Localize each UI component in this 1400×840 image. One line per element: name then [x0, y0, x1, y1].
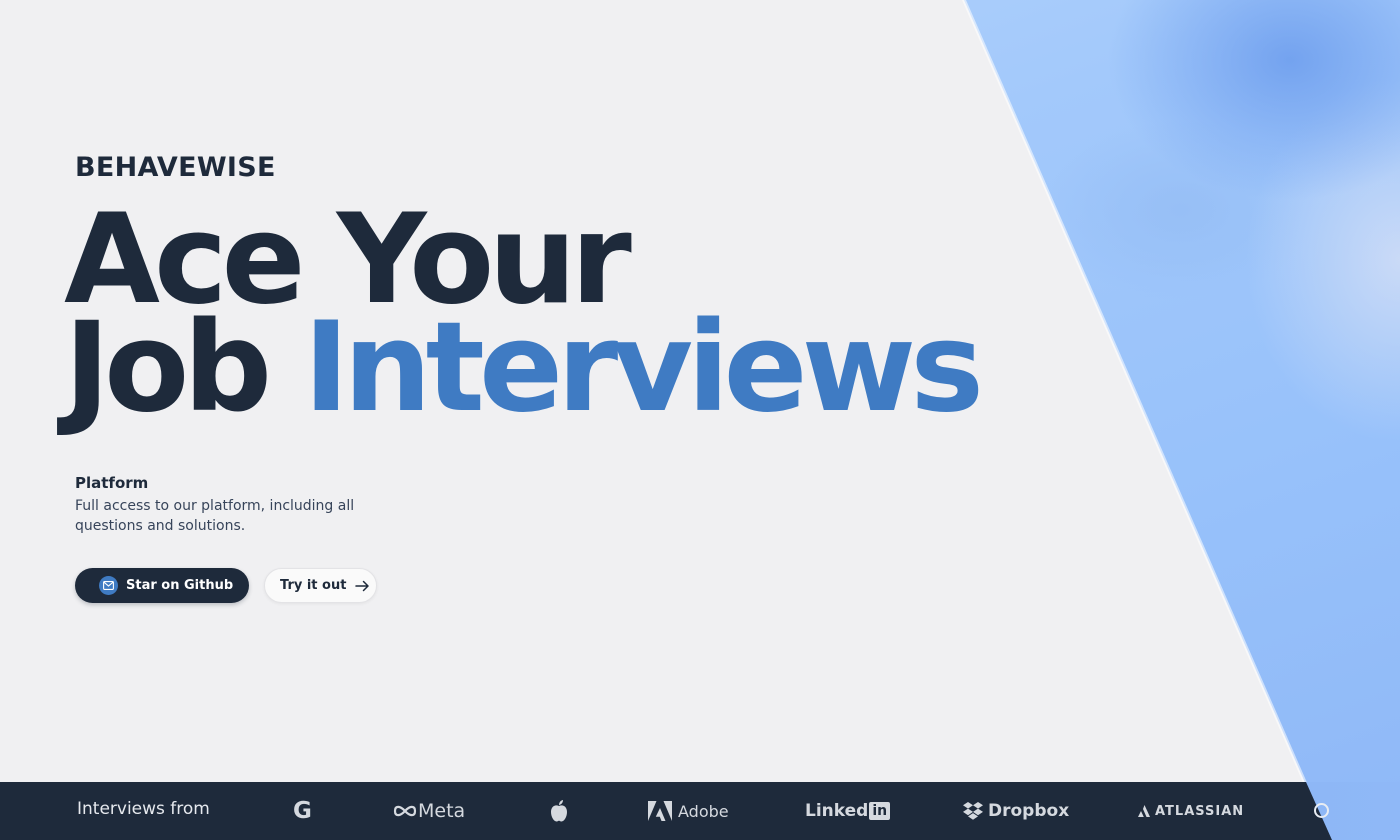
- try-it-out-label: Try it out: [280, 578, 347, 593]
- feature-description: Full access to our platform, including a…: [75, 498, 355, 534]
- adobe-logo-text: Adobe: [678, 801, 729, 821]
- brand-logo[interactable]: BEHAVEWISE: [75, 152, 276, 183]
- mail-icon: [99, 576, 118, 595]
- partial-logo-icon: [1314, 803, 1329, 818]
- linkedin-in-box: in: [869, 802, 891, 820]
- google-logo: G: [293, 782, 312, 840]
- try-it-out-button[interactable]: Try it out: [264, 568, 377, 603]
- dropbox-logo: Dropbox: [962, 782, 1069, 840]
- dropbox-logo-text: Dropbox: [988, 801, 1070, 821]
- meta-logo-text: Meta: [418, 800, 466, 822]
- apple-logo: [549, 782, 569, 840]
- adobe-logo: Adobe: [648, 782, 729, 840]
- atlassian-icon: [1138, 805, 1150, 817]
- star-on-github-button[interactable]: Star on Github: [75, 568, 249, 603]
- feature-title: Platform: [75, 474, 149, 492]
- headline-job: Job: [64, 296, 272, 440]
- hero-headline: Ace Your Job Interviews: [64, 198, 984, 430]
- headline-line-2: Job Interviews: [64, 306, 984, 430]
- adobe-icon: [648, 801, 672, 821]
- company-logo-strip: Interviews from G Meta Adobe Linked in D…: [0, 782, 1400, 840]
- dropbox-icon: [963, 802, 983, 820]
- meta-infinity-icon: [393, 805, 417, 817]
- arrow-right-icon: [355, 580, 370, 592]
- meta-logo: Meta: [392, 782, 465, 840]
- star-on-github-label: Star on Github: [126, 578, 234, 593]
- linkedin-logo-text: Linked: [805, 801, 869, 821]
- atlassian-logo-text: ATLASSIAN: [1155, 803, 1245, 819]
- interviews-from-label: Interviews from: [77, 799, 210, 819]
- headline-accent: Interviews: [303, 296, 984, 440]
- apple-icon: [551, 800, 567, 822]
- atlassian-logo: ATLASSIAN: [1137, 782, 1244, 840]
- google-logo-text: G: [293, 798, 312, 824]
- linkedin-logo: Linked in: [805, 782, 891, 840]
